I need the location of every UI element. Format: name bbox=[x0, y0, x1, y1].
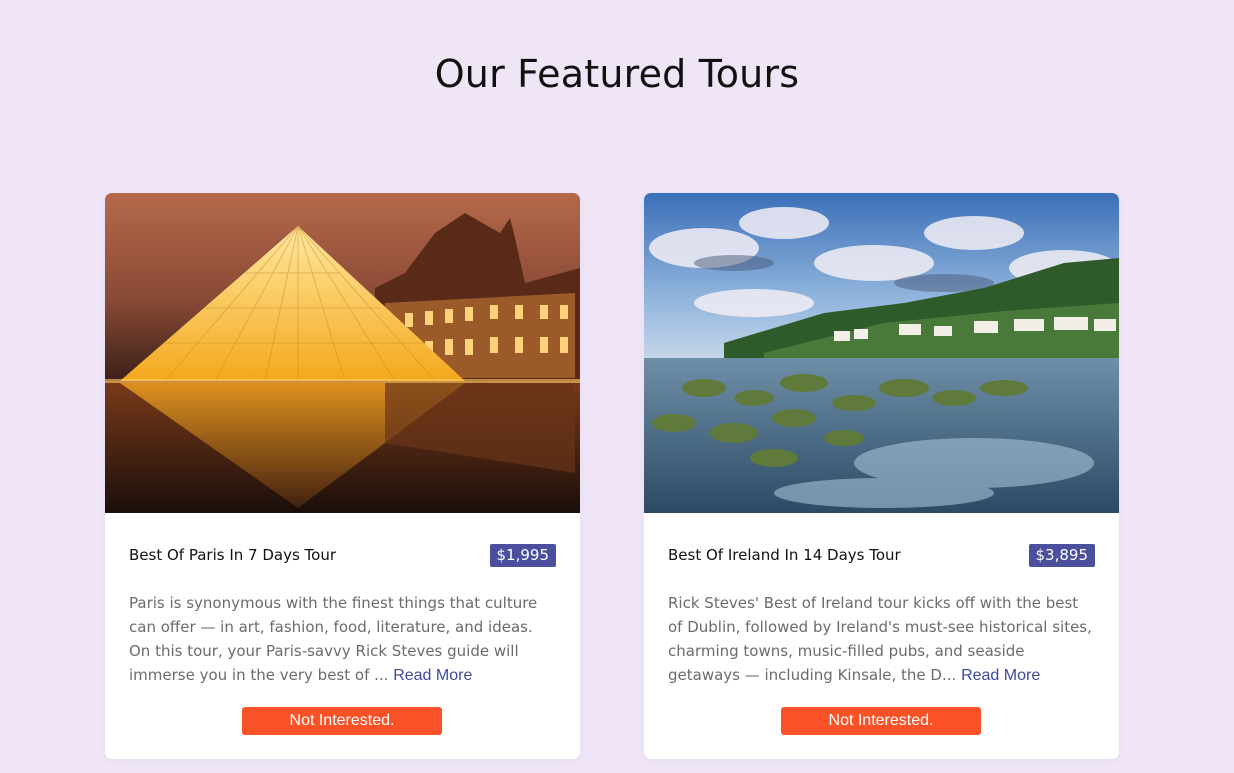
tour-description: Paris is synonymous with the finest thin… bbox=[129, 591, 556, 687]
not-interested-button[interactable]: Not Interested. bbox=[242, 707, 442, 735]
not-interested-button[interactable]: Not Interested. bbox=[781, 707, 981, 735]
tour-image-ireland bbox=[644, 193, 1119, 513]
tour-description: Rick Steves' Best of Ireland tour kicks … bbox=[668, 591, 1095, 687]
read-more-button[interactable]: Read More bbox=[393, 667, 472, 685]
tour-card-paris: Best Of Paris In 7 Days Tour $1,995 Pari… bbox=[105, 193, 580, 759]
page-title: Our Featured Tours bbox=[434, 52, 800, 96]
tour-price-badge: $3,895 bbox=[1028, 544, 1095, 567]
tour-name: Best Of Ireland In 14 Days Tour bbox=[668, 546, 901, 564]
tour-image-paris bbox=[105, 193, 580, 513]
tour-info-paris: Best Of Paris In 7 Days Tour $1,995 bbox=[129, 544, 556, 568]
read-more-button[interactable]: Read More bbox=[961, 667, 1040, 685]
irish-coast-image bbox=[644, 193, 1119, 513]
louvre-pyramid-image bbox=[105, 193, 580, 513]
tour-card-ireland: Best Of Ireland In 14 Days Tour $3,895 R… bbox=[644, 193, 1119, 759]
tour-name: Best Of Paris In 7 Days Tour bbox=[129, 546, 336, 564]
tour-price-badge: $1,995 bbox=[489, 544, 556, 567]
tour-info-ireland: Best Of Ireland In 14 Days Tour $3,895 bbox=[668, 544, 1095, 568]
tour-description-text: Paris is synonymous with the finest thin… bbox=[129, 594, 538, 684]
